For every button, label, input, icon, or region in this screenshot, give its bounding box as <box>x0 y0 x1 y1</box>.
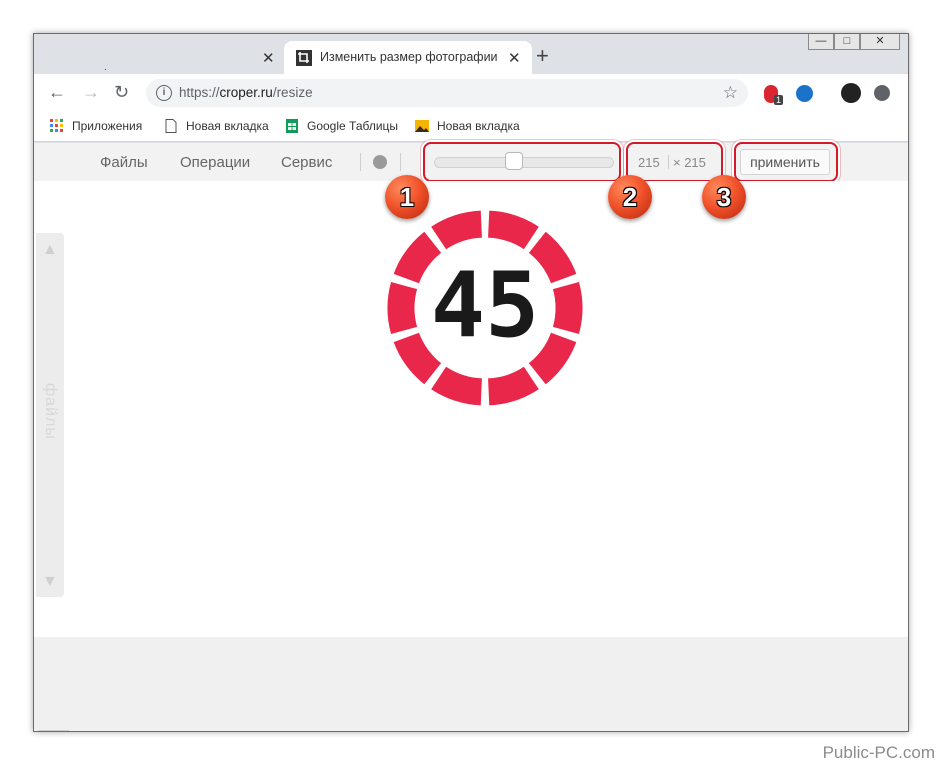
bookmark-new-tab-2[interactable]: Новая вкладка <box>415 119 520 133</box>
reload-icon[interactable]: ↻ <box>114 83 129 101</box>
ring-segment <box>487 366 539 406</box>
menu-operations[interactable]: Операции <box>180 154 250 171</box>
ring-segment <box>431 210 483 250</box>
menu-service[interactable]: Сервис <box>281 154 332 171</box>
ring-segment <box>528 231 577 284</box>
side-panel-label: файлы <box>42 383 59 440</box>
image-canvas: 45 <box>34 181 908 637</box>
highlight-box-1 <box>423 142 621 182</box>
page-icon <box>165 119 177 133</box>
files-side-panel[interactable]: ▲ файлы ▼ <box>36 233 64 597</box>
globe-extension-icon[interactable] <box>796 85 813 102</box>
scroll-down-icon[interactable]: ▼ <box>42 573 58 591</box>
ring-segment <box>528 332 577 385</box>
crop-icon <box>296 50 312 66</box>
page-content: Файлы Операции Сервис 215 × 215 применит… <box>34 142 908 731</box>
image-icon <box>415 120 429 132</box>
app-toolbar: Файлы Операции Сервис 215 × 215 применит… <box>34 142 908 182</box>
bookmark-google-sheets[interactable]: Google Таблицы <box>285 119 398 133</box>
bookmark-label: Приложения <box>72 119 143 133</box>
tab-strip: . ✕ Изменить размер фотографии онлайн ✕ … <box>34 34 908 74</box>
ring-segment <box>393 332 442 385</box>
bookmarks-bar: Приложения Новая вкладка Google Таблицы … <box>34 112 908 142</box>
forward-icon[interactable]: → <box>82 83 100 101</box>
ring-segment <box>431 366 483 406</box>
ring-segment <box>487 210 539 250</box>
tab-close-button[interactable]: ✕ <box>262 49 275 67</box>
ring-segment <box>387 281 418 335</box>
sheets-icon <box>286 119 298 133</box>
bookmark-label: Новая вкладка <box>437 119 520 133</box>
ring-segment <box>552 281 583 335</box>
bookmark-star-icon[interactable]: ☆ <box>723 83 738 103</box>
tab-close-button[interactable]: ✕ <box>508 49 521 67</box>
annotation-badge-3: 3 <box>702 175 746 219</box>
url-text: https://croper.ru/resize <box>179 85 313 100</box>
extension-badge: 1 <box>774 95 784 105</box>
tab-title: . <box>104 62 107 73</box>
divider <box>400 153 401 171</box>
scroll-up-icon[interactable]: ▲ <box>42 241 58 259</box>
browser-toolbar: ← → ↻ i https://croper.ru/resize ☆ 1 <box>34 74 908 112</box>
bookmark-label: Google Таблицы <box>307 119 399 133</box>
resize-corner-icon[interactable] <box>39 730 69 731</box>
tab-inactive[interactable]: . ✕ <box>34 42 282 74</box>
highlight-box-2 <box>626 142 723 182</box>
apps-grid-icon <box>50 119 63 132</box>
highlight-box-3 <box>734 142 838 182</box>
new-tab-button[interactable]: + <box>536 45 549 67</box>
maximize-button[interactable]: □ <box>834 34 860 50</box>
bookmark-apps[interactable]: Приложения <box>50 119 142 133</box>
bookmark-new-tab[interactable]: Новая вкладка <box>164 119 269 133</box>
tab-active[interactable]: Изменить размер фотографии онлайн ✕ <box>284 41 532 74</box>
update-icon[interactable] <box>874 85 890 101</box>
divider <box>360 153 361 171</box>
browser-window: . ✕ Изменить размер фотографии онлайн ✕ … <box>33 33 909 732</box>
annotation-badge-2: 2 <box>608 175 652 219</box>
window-controls: — □ ✕ <box>808 34 900 50</box>
tab-title: Изменить размер фотографии онлайн <box>320 50 498 64</box>
back-icon[interactable]: ← <box>48 83 66 101</box>
bookmark-label: Новая вкладка <box>186 119 269 133</box>
menu-files[interactable]: Файлы <box>100 154 148 171</box>
countdown-image: 45 <box>387 210 583 406</box>
address-bar[interactable]: i https://croper.ru/resize ☆ <box>146 79 748 107</box>
language-icon[interactable] <box>373 155 387 169</box>
close-window-button[interactable]: ✕ <box>860 34 900 50</box>
minimize-button[interactable]: — <box>808 34 834 50</box>
profile-avatar[interactable] <box>841 83 861 103</box>
annotation-badge-1: 1 <box>385 175 429 219</box>
info-icon[interactable]: i <box>156 85 172 101</box>
image-number: 45 <box>431 253 539 358</box>
ring-segment <box>393 231 442 284</box>
watermark-text: Public-PC.com <box>822 743 935 762</box>
